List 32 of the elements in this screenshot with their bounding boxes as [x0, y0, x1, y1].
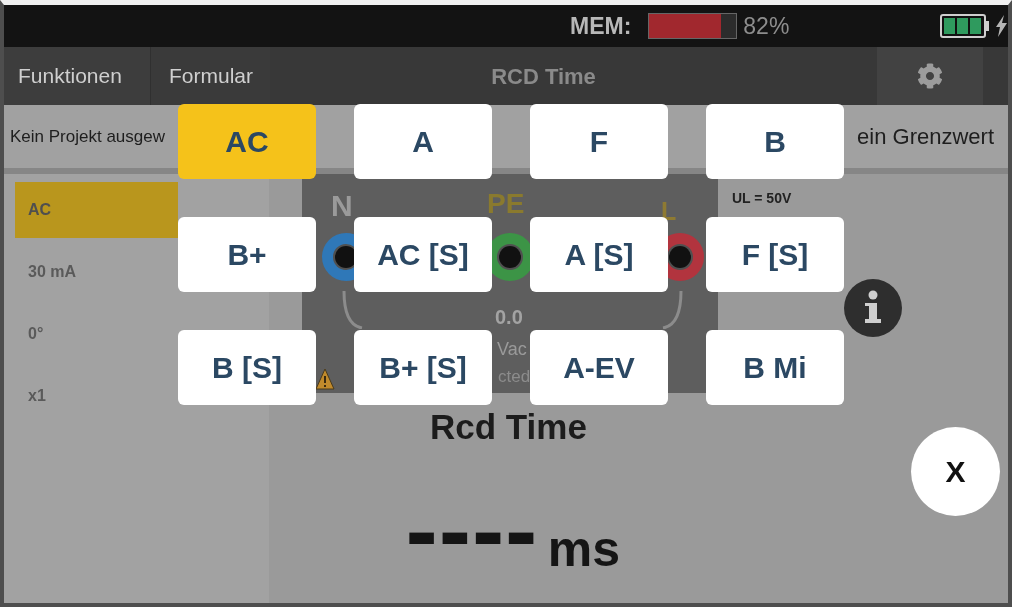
measurement-value: ---- [405, 494, 538, 574]
type-option[interactable]: A [S] [530, 217, 668, 292]
type-option[interactable]: AC [178, 104, 316, 179]
type-option[interactable]: A [354, 104, 492, 179]
type-option[interactable]: B Mi [706, 330, 844, 405]
type-option[interactable]: AC [S] [354, 217, 492, 292]
settings-icon [917, 63, 943, 89]
left-bracket-icon [341, 291, 363, 329]
project-label: Kein Projekt ausgew [10, 125, 165, 148]
warning-icon [315, 368, 335, 390]
type-option[interactable]: A-EV [530, 330, 668, 405]
measurement-unit: ms [547, 524, 621, 574]
type-option[interactable]: B [706, 104, 844, 179]
limit-label: ein Grenzwert [857, 123, 994, 151]
memory-reading: 82% [743, 14, 790, 38]
info-icon[interactable] [844, 279, 902, 337]
settings-button[interactable] [877, 47, 983, 105]
type-option[interactable]: B+ [178, 217, 316, 292]
type-option[interactable]: B [S] [178, 330, 316, 405]
screen-title: RCD Time [491, 62, 596, 91]
measurement-name: Rcd Time [430, 409, 587, 444]
type-option[interactable]: B+ [S] [354, 330, 492, 405]
type-option[interactable]: F [530, 104, 668, 179]
memory-label: MEM: [570, 14, 632, 38]
voltage-reading: 0.0 [495, 307, 523, 327]
type-option[interactable]: F [S] [706, 217, 844, 292]
limit-voltage: UL = 50V [732, 191, 792, 205]
voltage-unit: Vac [497, 340, 527, 358]
menu-tab[interactable]: Funktionen [4, 47, 150, 105]
close-button[interactable]: X [911, 427, 1000, 516]
right-bracket-icon [662, 291, 684, 329]
terminal-label: N [331, 191, 353, 221]
